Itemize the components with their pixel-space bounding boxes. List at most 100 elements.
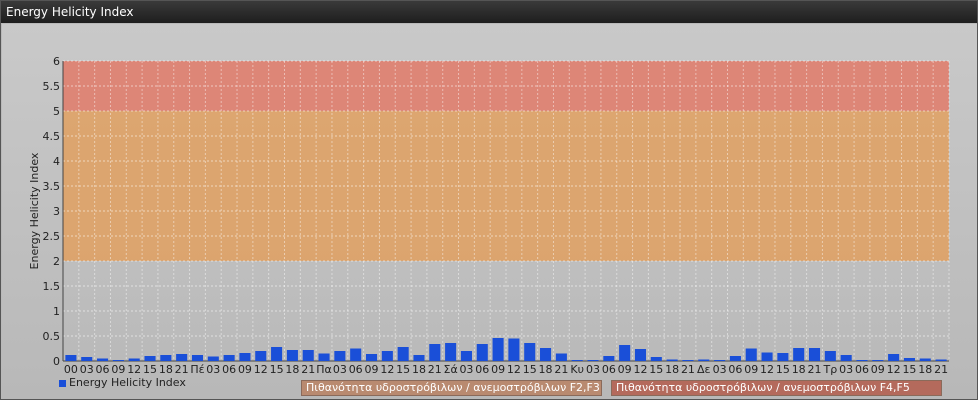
bar [318,353,330,361]
x-tick-label: 15 [902,363,916,376]
bar [239,353,251,361]
x-tick-label: 12 [254,363,268,376]
bar [286,350,298,361]
bar [191,355,204,361]
bar [555,353,567,361]
bar [381,351,393,361]
x-tick-label: 09 [618,363,632,376]
y-tick-label: 0 [53,355,60,368]
x-tick-label: Δε [697,363,711,376]
x-tick-label: 06 [222,363,236,376]
bar [745,348,757,361]
bar [571,360,583,361]
x-tick-label: 06 [855,363,869,376]
bar [223,355,235,361]
bar [540,348,552,361]
x-tick-label: 18 [412,363,426,376]
x-tick-label: 18 [285,363,299,376]
x-tick-label: 12 [760,363,774,376]
legend-entry[interactable]: Energy Helicity Index [59,376,186,389]
x-tick-label: 12 [633,363,647,376]
bar [524,343,536,361]
band-label-f4f5: Πιθανότητα υδροστρόβιλων / ανεμοστρόβιλω… [611,380,942,396]
x-tick-label: Σά [444,363,458,376]
x-tick-label: 03 [839,363,853,376]
x-tick-label: Πέ [190,363,204,376]
bar [666,359,678,361]
x-tick-label: 21 [428,363,442,376]
x-tick-label: Τρ [822,363,837,376]
x-tick-label: 12 [380,363,394,376]
bar [808,348,821,361]
x-tick-label: 15 [776,363,790,376]
bar [619,345,631,361]
y-tick-label: 0.5 [43,330,61,343]
legend-marker [59,379,66,387]
bar [856,360,868,361]
bar [271,347,283,361]
y-tick-label: 4.5 [43,130,61,143]
x-tick-label: 03 [206,363,220,376]
bar [587,360,599,361]
x-tick-label: 09 [491,363,505,376]
bar [714,360,726,361]
x-tick-label: 15 [143,363,157,376]
bar [302,350,314,361]
x-tick-label: 09 [365,363,379,376]
x-tick-label: Κυ [570,363,584,376]
y-tick-label: 3.5 [43,180,61,193]
bar [698,359,710,361]
x-tick-label: 15 [270,363,284,376]
y-tick-label: 5.5 [43,80,61,93]
bar [872,360,884,361]
bar [397,347,409,361]
bar [824,351,836,361]
y-axis-label: Energy Helicity Index [28,152,41,269]
x-tick-label: 21 [934,363,948,376]
bar [176,354,188,361]
bar [429,344,441,361]
bar [65,355,77,361]
x-tick-label: 12 [127,363,141,376]
x-tick-label: 18 [792,363,806,376]
x-tick-label: 15 [396,363,410,376]
x-tick-labels: 00 03 06 09 12 15 18 21 Πέ 03 06 09 12 15 18 21 Πα 03 06 09… [64,363,948,376]
x-tick-label: 12 [507,363,521,376]
bar [365,354,378,361]
bar [603,356,615,361]
bar [112,360,124,361]
x-tick-label: 06 [349,363,363,376]
bar [350,348,362,361]
x-tick-label: 21 [681,363,695,376]
x-tick-label: 06 [602,363,616,376]
x-tick-label: 18 [539,363,553,376]
bar [729,356,741,361]
bar [919,358,931,361]
bar [255,351,267,361]
x-tick-label: Πα [316,363,332,376]
chart-svg: 00.511.522.533.544.555.56 00 03 06 09 12 15 18… [28,55,950,376]
bar [888,354,900,361]
bar [682,360,694,361]
y-tick-label: 2.5 [43,230,61,243]
x-tick-label: 06 [728,363,742,376]
bar [935,359,947,361]
bar [144,356,156,361]
bar [650,357,662,361]
x-tick-label: 21 [175,363,189,376]
bar [476,344,488,361]
y-tick-label: 2 [53,255,60,268]
bar [903,358,915,361]
y-tick-label: 4 [53,155,60,168]
x-tick-label: 18 [918,363,932,376]
x-tick-label: 15 [649,363,663,376]
bar [793,348,805,361]
x-tick-label: 03 [586,363,600,376]
bar [413,355,425,361]
x-tick-label: 21 [808,363,822,376]
chart-window: Energy Helicity Index 0 0.5 1 1.5 2 2.5 3 3.5 4 4… [0,0,978,400]
x-tick-label: 03 [459,363,473,376]
legend-label: Energy Helicity Index [69,376,186,389]
bar [81,357,93,361]
y-tick-labels: 0 0.5 1 1.5 2 2.5 3 3.5 4 4.5 5 5.5 6 [43,55,61,368]
